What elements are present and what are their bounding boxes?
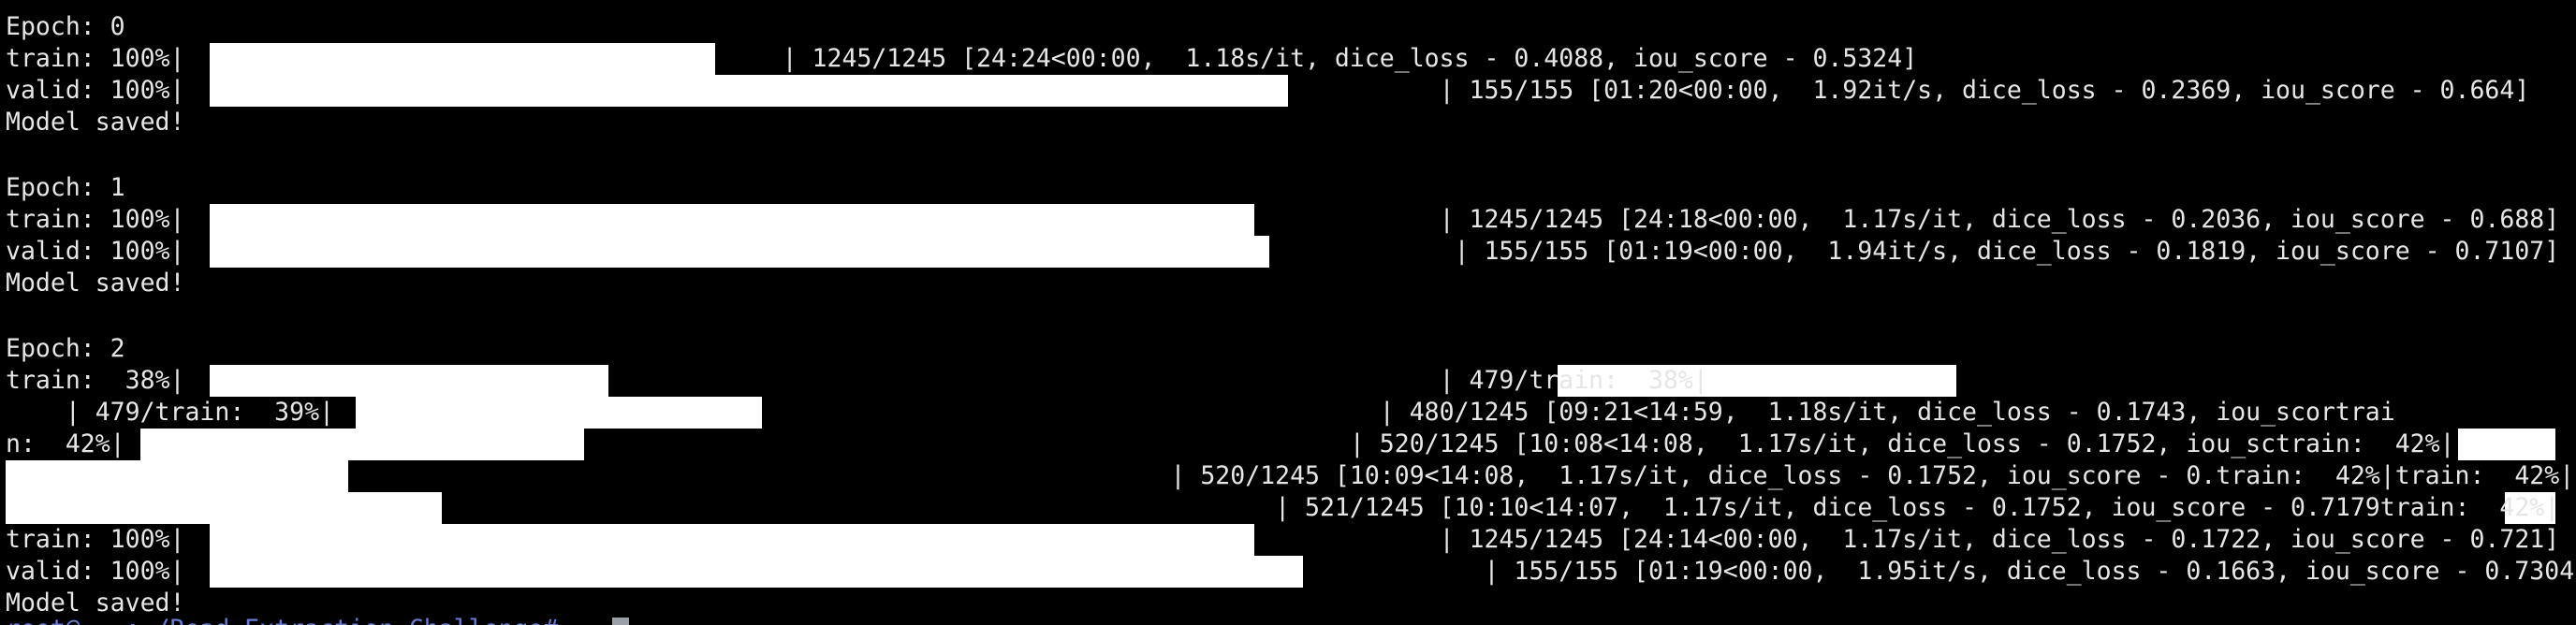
output-line: Model saved! xyxy=(6,269,185,298)
output-line: n: 42%| | 520/1245 [10:08<14:08, 1.17s/i… xyxy=(6,429,2575,458)
text-cursor[interactable] xyxy=(612,618,629,625)
shell-prompt: root@...:~/Road_Extraction_Challenge# xyxy=(6,614,573,625)
output-line: train: 38%| | 479/train: 38%| xyxy=(6,366,2187,395)
output-line: | 520/1245 [10:09<14:08, 1.17s/it, dice_… xyxy=(6,461,2576,490)
output-line: valid: 100%| | 155/155 [01:20<00:00, 1.9… xyxy=(6,76,2530,105)
output-line: Epoch: 1 xyxy=(6,173,125,202)
output-line: train: 100%| | 1245/1245 [24:18<00:00, 1… xyxy=(6,205,2560,234)
output-line: train: 100%| | 1245/1245 [24:14<00:00, 1… xyxy=(6,525,2560,554)
output-line: Epoch: 0 xyxy=(6,12,125,41)
output-line: | 479/train: 39%| | 480/1245 [09:21<14:5… xyxy=(6,398,2395,427)
terminal-window[interactable]: Epoch: 0 train: 100%| | 1245/1245 [24:24… xyxy=(0,0,2576,625)
output-line: Model saved! xyxy=(6,108,185,137)
output-line: train: 100%| | 1245/1245 [24:24<00:00, 1… xyxy=(6,44,1918,73)
output-line: valid: 100%| | 155/155 [01:19<00:00, 1.9… xyxy=(6,237,2560,266)
output-line: Epoch: 2 xyxy=(6,334,125,363)
output-line: valid: 100%| | 155/155 [01:19<00:00, 1.9… xyxy=(6,557,2576,586)
output-line: | 521/1245 [10:10<14:07, 1.17s/it, dice_… xyxy=(6,493,2576,522)
